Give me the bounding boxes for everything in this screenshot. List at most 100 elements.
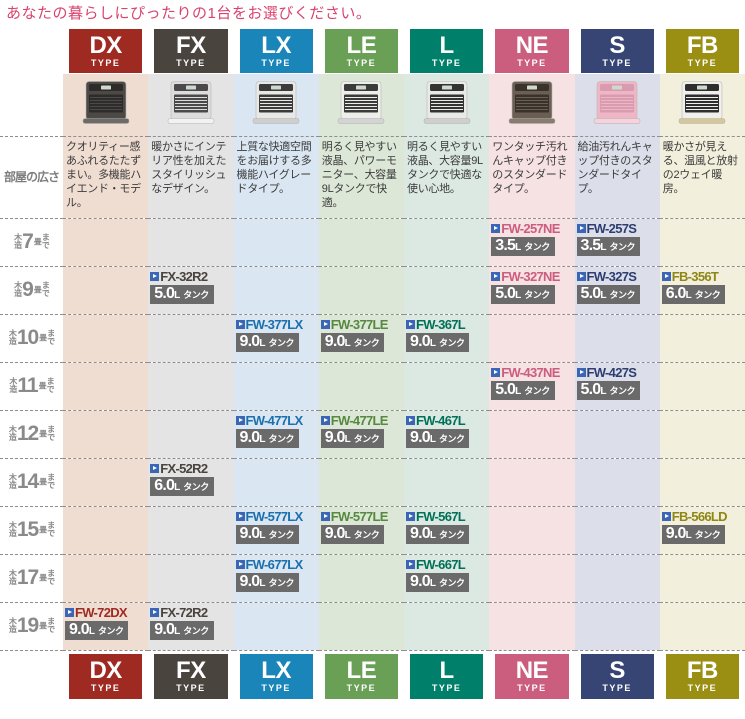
footer-type-badge-s[interactable]: S TYPE — [580, 653, 654, 699]
product-cell[interactable]: FW-437NE 5.0L タンク — [489, 361, 575, 410]
product-entry[interactable]: FW-427S 5.0L タンク — [576, 365, 658, 401]
type-header-ne[interactable]: NE TYPE — [489, 26, 574, 74]
model-name[interactable]: FW-257NE — [491, 221, 572, 236]
product-photo-cell-lx[interactable] — [233, 74, 319, 136]
play-icon[interactable] — [661, 271, 671, 281]
product-entry[interactable]: FW-72DX 9.0L タンク — [65, 605, 146, 641]
product-entry[interactable]: FW-577LX 9.0L タンク — [235, 509, 317, 545]
product-cell[interactable]: FB-566LD 9.0L タンク — [659, 505, 745, 554]
footer-type-header-fx[interactable]: FX TYPE — [148, 649, 234, 700]
product-cell[interactable]: FX-32R2 5.0L タンク — [148, 265, 234, 314]
footer-type-badge-fx[interactable]: FX TYPE — [154, 653, 228, 699]
type-badge-s[interactable]: S TYPE — [580, 29, 654, 73]
model-name[interactable]: FW-437NE — [491, 365, 572, 380]
product-entry[interactable]: FW-577LE 9.0L タンク — [320, 509, 402, 545]
type-badge-dx[interactable]: DX TYPE — [69, 29, 143, 73]
play-icon[interactable] — [65, 607, 74, 617]
product-cell[interactable]: FW-367L 9.0L タンク — [404, 313, 490, 362]
footer-type-header-lx[interactable]: LX TYPE — [233, 649, 319, 700]
play-icon[interactable] — [150, 463, 160, 473]
model-name[interactable]: FW-577LE — [320, 509, 402, 524]
play-icon[interactable] — [406, 415, 415, 425]
product-cell[interactable]: FW-677LX 9.0L タンク — [233, 553, 319, 602]
model-name[interactable]: FW-477LE — [320, 413, 402, 428]
product-entry[interactable]: FW-477LE 9.0L タンク — [320, 413, 402, 449]
play-icon[interactable] — [150, 271, 160, 281]
model-name[interactable]: FW-377LX — [235, 317, 317, 332]
play-icon[interactable] — [406, 559, 415, 569]
product-entry[interactable]: FW-377LX 9.0L タンク — [235, 317, 317, 353]
product-photo-cell-ne[interactable] — [489, 74, 575, 136]
model-name[interactable]: FX-32R2 — [150, 269, 231, 284]
play-icon[interactable] — [150, 607, 160, 617]
model-name[interactable]: FW-427S — [576, 365, 658, 380]
play-icon[interactable] — [235, 511, 245, 521]
product-cell[interactable]: FW-72DX 9.0L タンク — [63, 601, 149, 650]
product-entry[interactable]: FW-567L 9.0L タンク — [406, 509, 487, 545]
product-entry[interactable]: FW-367L 9.0L タンク — [406, 317, 487, 353]
product-cell[interactable]: FW-327NE 5.0L タンク — [489, 265, 575, 314]
product-cell[interactable]: FW-577LE 9.0L タンク — [318, 505, 404, 554]
product-entry[interactable]: FB-566LD 9.0L タンク — [661, 509, 743, 545]
footer-type-badge-l[interactable]: L TYPE — [410, 653, 484, 699]
play-icon[interactable] — [491, 271, 501, 281]
product-cell[interactable]: FX-52R2 6.0L タンク — [148, 457, 234, 506]
model-name[interactable]: FW-667L — [406, 557, 487, 572]
product-entry[interactable]: FW-327NE 5.0L タンク — [491, 269, 572, 305]
model-name[interactable]: FW-477LX — [235, 413, 317, 428]
product-cell[interactable]: FW-477LE 9.0L タンク — [318, 409, 404, 458]
type-header-dx[interactable]: DX TYPE — [63, 26, 148, 74]
play-icon[interactable] — [320, 319, 330, 329]
type-badge-fb[interactable]: FB TYPE — [665, 29, 739, 73]
footer-type-header-l[interactable]: L TYPE — [404, 649, 490, 700]
footer-type-header-le[interactable]: LE TYPE — [318, 649, 404, 700]
product-cell[interactable]: FW-257NE 3.5L タンク — [489, 217, 575, 266]
type-header-fx[interactable]: FX TYPE — [148, 26, 233, 74]
footer-type-badge-dx[interactable]: DX TYPE — [69, 653, 143, 699]
play-icon[interactable] — [406, 319, 415, 329]
product-entry[interactable]: FW-257S 3.5L タンク — [576, 221, 658, 257]
product-entry[interactable]: FX-52R2 6.0L タンク — [150, 461, 231, 497]
footer-type-badge-le[interactable]: LE TYPE — [324, 653, 398, 699]
model-name[interactable]: FW-72DX — [65, 605, 146, 620]
model-name[interactable]: FW-327NE — [491, 269, 572, 284]
model-name[interactable]: FB-356T — [661, 269, 743, 284]
model-name[interactable]: FW-257S — [576, 221, 658, 236]
product-entry[interactable]: FB-356T 6.0L タンク — [661, 269, 743, 305]
play-icon[interactable] — [576, 223, 586, 233]
play-icon[interactable] — [320, 415, 330, 425]
product-cell[interactable]: FW-377LE 9.0L タンク — [318, 313, 404, 362]
product-entry[interactable]: FW-257NE 3.5L タンク — [491, 221, 572, 257]
product-entry[interactable]: FW-377LE 9.0L タンク — [320, 317, 402, 353]
product-cell[interactable]: FW-427S 5.0L タンク — [574, 361, 660, 410]
play-icon[interactable] — [576, 271, 586, 281]
product-cell[interactable]: FX-72R2 9.0L タンク — [148, 601, 234, 650]
play-icon[interactable] — [235, 319, 245, 329]
product-cell[interactable]: FW-667L 9.0L タンク — [404, 553, 490, 602]
footer-type-header-fb[interactable]: FB TYPE — [659, 649, 745, 700]
model-name[interactable]: FX-72R2 — [150, 605, 231, 620]
product-entry[interactable]: FX-72R2 9.0L タンク — [150, 605, 231, 641]
product-entry[interactable]: FW-677LX 9.0L タンク — [235, 557, 317, 593]
product-photo-cell-fb[interactable] — [659, 74, 745, 136]
play-icon[interactable] — [491, 223, 501, 233]
type-badge-fx[interactable]: FX TYPE — [154, 29, 228, 73]
footer-type-header-dx[interactable]: DX TYPE — [63, 649, 149, 700]
play-icon[interactable] — [661, 511, 671, 521]
model-name[interactable]: FW-577LX — [235, 509, 317, 524]
type-header-fb[interactable]: FB TYPE — [660, 26, 745, 74]
model-name[interactable]: FW-367L — [406, 317, 487, 332]
product-photo-cell-le[interactable] — [318, 74, 404, 136]
product-entry[interactable]: FX-32R2 5.0L タンク — [150, 269, 231, 305]
model-name[interactable]: FW-327S — [576, 269, 658, 284]
model-name[interactable]: FX-52R2 — [150, 461, 231, 476]
product-entry[interactable]: FW-467L 9.0L タンク — [406, 413, 487, 449]
footer-type-badge-lx[interactable]: LX TYPE — [239, 653, 313, 699]
product-cell[interactable]: FW-327S 5.0L タンク — [574, 265, 660, 314]
product-cell[interactable]: FW-377LX 9.0L タンク — [233, 313, 319, 362]
type-badge-l[interactable]: L TYPE — [410, 29, 484, 73]
model-name[interactable]: FW-377LE — [320, 317, 402, 332]
play-icon[interactable] — [235, 415, 245, 425]
play-icon[interactable] — [235, 559, 245, 569]
footer-type-badge-fb[interactable]: FB TYPE — [665, 653, 739, 699]
